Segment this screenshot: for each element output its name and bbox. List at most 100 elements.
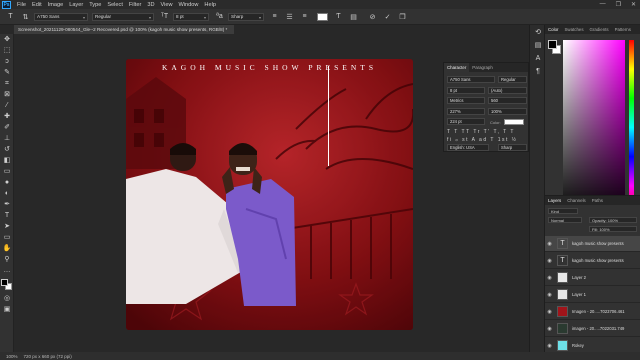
- color-panel-fg-swatch[interactable]: [548, 40, 557, 49]
- tab-character[interactable]: Character: [444, 63, 470, 72]
- cp-baseline-shift[interactable]: 224 pt: [447, 118, 485, 125]
- hand-tool-icon[interactable]: ✋: [2, 244, 12, 254]
- zoom-tool-icon[interactable]: ⚲: [2, 255, 12, 265]
- tab-channels[interactable]: Channels: [564, 198, 589, 203]
- cp-horizontal-scale[interactable]: 100%: [488, 108, 527, 115]
- character-panel-icon[interactable]: ▤: [349, 12, 358, 21]
- close-icon[interactable]: ✕: [631, 1, 636, 8]
- font-size-select[interactable]: 8 pt ▾: [173, 12, 209, 21]
- cp-opentype-features[interactable]: fi ℴ st A ad T 1st ½: [447, 137, 517, 143]
- layer-name[interactable]: Imagen - 20.....7023706.461: [572, 309, 640, 314]
- poster-artwork[interactable]: KAGOH MUSIC SHOW PRESENTS: [126, 59, 413, 330]
- screen-mode-icon[interactable]: ▣: [2, 305, 12, 315]
- visibility-eye-icon[interactable]: ◉: [545, 292, 554, 298]
- cp-font-family[interactable]: A750 Sans: [447, 76, 495, 83]
- dodge-tool-icon[interactable]: ◐: [2, 189, 12, 199]
- font-family-select[interactable]: A750 Sans ▾: [34, 12, 88, 21]
- layer-name[interactable]: Layer 1: [572, 292, 640, 297]
- cp-color-swatch[interactable]: [504, 119, 524, 125]
- foreground-background-colors[interactable]: [1, 279, 13, 291]
- layer-row[interactable]: ◉ T kagoh music show presents: [545, 253, 640, 269]
- tab-gradients[interactable]: Gradients: [587, 27, 612, 32]
- menu-view[interactable]: View: [160, 2, 172, 8]
- layer-name[interactable]: kagoh music show presents: [572, 258, 640, 263]
- lasso-tool-icon[interactable]: ↄ: [2, 57, 12, 67]
- menu-type[interactable]: Type: [89, 2, 101, 8]
- layer-row[interactable]: ◉ Layer 1: [545, 287, 640, 303]
- tab-layers[interactable]: Layers: [545, 198, 564, 203]
- character-panel-icon-dock[interactable]: A: [533, 54, 543, 64]
- properties-panel-icon[interactable]: ▤: [533, 41, 543, 51]
- font-style-select[interactable]: Regular ▾: [92, 12, 154, 21]
- cp-vertical-scale[interactable]: 227%: [447, 108, 485, 115]
- cp-faux-styles[interactable]: T T TT Tr T' T, T T: [447, 129, 515, 135]
- cp-antialias[interactable]: Sharp: [498, 144, 527, 151]
- align-left-icon[interactable]: ≡: [270, 12, 279, 21]
- visibility-eye-icon[interactable]: ◉: [545, 275, 554, 281]
- minimize-icon[interactable]: —: [600, 1, 606, 8]
- blend-mode-select[interactable]: Normal: [548, 217, 582, 223]
- quick-select-tool-icon[interactable]: ✎: [2, 68, 12, 78]
- crop-tool-icon[interactable]: ⌗: [2, 79, 12, 89]
- foreground-color-swatch[interactable]: [1, 279, 8, 286]
- quick-mask-icon[interactable]: ◎: [2, 294, 12, 304]
- cp-font-style[interactable]: Regular: [498, 76, 527, 83]
- menu-file[interactable]: File: [17, 2, 26, 8]
- menu-help[interactable]: Help: [204, 2, 216, 8]
- 3d-icon[interactable]: ❒: [398, 12, 407, 21]
- menu-window[interactable]: Window: [179, 2, 199, 8]
- paragraph-panel-icon[interactable]: ¶: [533, 67, 543, 77]
- history-brush-icon[interactable]: ↺: [2, 145, 12, 155]
- visibility-eye-icon[interactable]: ◉: [545, 343, 554, 349]
- layer-row[interactable]: ◉ Layer 2: [545, 270, 640, 286]
- layer-row[interactable]: ◉ imagen - 20.....7022031.749: [545, 321, 640, 337]
- history-panel-icon[interactable]: ⟲: [533, 28, 543, 38]
- tab-color[interactable]: Color: [545, 27, 562, 32]
- move-tool-icon[interactable]: ✥: [2, 35, 12, 45]
- visibility-eye-icon[interactable]: ◉: [545, 309, 554, 315]
- align-right-icon[interactable]: ≡: [300, 12, 309, 21]
- cp-tracking[interactable]: 560: [488, 97, 527, 104]
- layer-name[interactable]: kagoh music show presents: [572, 241, 640, 246]
- layer-name[interactable]: imagen - 20.....7022031.749: [572, 326, 640, 331]
- layer-name[interactable]: Layer 2: [572, 275, 640, 280]
- more-tools-icon[interactable]: …: [2, 266, 12, 276]
- hue-slider[interactable]: [629, 40, 634, 215]
- stamp-tool-icon[interactable]: ⊥: [2, 134, 12, 144]
- eraser-tool-icon[interactable]: ◧: [2, 156, 12, 166]
- maximize-icon[interactable]: ❐: [616, 1, 621, 8]
- text-color-swatch[interactable]: [317, 12, 328, 21]
- healing-tool-icon[interactable]: ✚: [2, 112, 12, 122]
- cp-leading[interactable]: (Auto): [488, 87, 527, 94]
- visibility-eye-icon[interactable]: ◉: [545, 326, 554, 332]
- text-orientation-icon[interactable]: ⇅: [21, 12, 30, 21]
- type-tool-icon[interactable]: T: [6, 12, 15, 21]
- zoom-level[interactable]: 100%: [6, 354, 18, 359]
- tab-paths[interactable]: Paths: [589, 198, 606, 203]
- layer-name[interactable]: Rokey: [572, 343, 640, 348]
- fill-field[interactable]: Fill: 100%: [589, 226, 637, 232]
- cancel-icon[interactable]: ⊘: [368, 12, 377, 21]
- menu-3d[interactable]: 3D: [147, 2, 154, 8]
- pen-tool-icon[interactable]: ✒: [2, 200, 12, 210]
- blur-tool-icon[interactable]: ●: [2, 178, 12, 188]
- frame-tool-icon[interactable]: ⊠: [2, 90, 12, 100]
- cp-font-size[interactable]: 8 pt: [447, 87, 485, 94]
- menu-select[interactable]: Select: [107, 2, 123, 8]
- layer-filter-kind[interactable]: Kind: [548, 208, 578, 214]
- visibility-eye-icon[interactable]: ◉: [545, 241, 554, 247]
- commit-icon[interactable]: ✓: [383, 12, 392, 21]
- poster-title-text[interactable]: KAGOH MUSIC SHOW PRESENTS: [126, 63, 413, 72]
- document-tab[interactable]: Screenshot_20211129-080544_Gle--2 Recove…: [14, 25, 234, 34]
- path-select-tool-icon[interactable]: ➤: [2, 222, 12, 232]
- align-center-icon[interactable]: ☰: [285, 12, 294, 21]
- visibility-eye-icon[interactable]: ◉: [545, 258, 554, 264]
- color-picker-field[interactable]: [563, 40, 625, 215]
- warp-text-icon[interactable]: Ƭ: [334, 12, 343, 21]
- shape-tool-icon[interactable]: ▭: [2, 233, 12, 243]
- brush-tool-icon[interactable]: ✐: [2, 123, 12, 133]
- eyedropper-tool-icon[interactable]: ⁄: [2, 101, 12, 111]
- marquee-tool-icon[interactable]: ⬚: [2, 46, 12, 56]
- tab-paragraph[interactable]: Paragraph: [469, 63, 496, 72]
- layer-row[interactable]: ◉ Imagen - 20.....7023706.461: [545, 304, 640, 320]
